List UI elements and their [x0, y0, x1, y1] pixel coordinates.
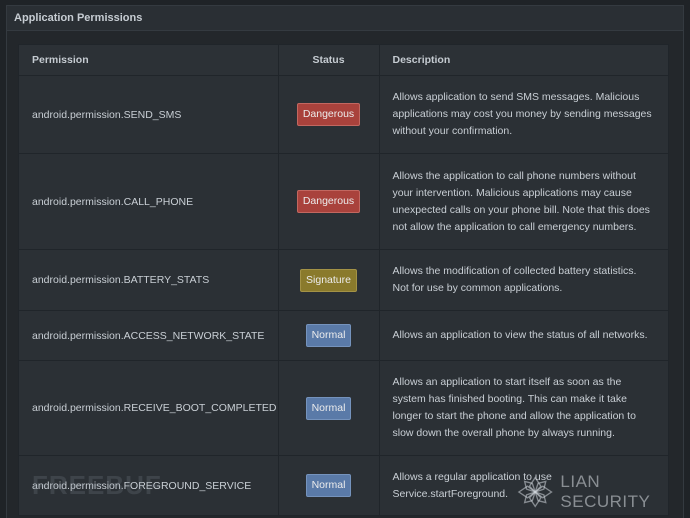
permission-description: Allows an application to view the status… [378, 310, 669, 361]
permission-name: android.permission.ACCESS_NETWORK_STATE [18, 310, 279, 361]
column-header-status[interactable]: Status [277, 44, 380, 76]
status-badge: Normal [305, 324, 352, 347]
lian-logo-icon [517, 476, 553, 508]
status-badge: Normal [305, 396, 352, 420]
watermark-freebuf: FREEBUF [32, 470, 162, 500]
table-row: android.permission.RECEIVE_BOOT_COMPLETE… [18, 360, 669, 456]
status-badge: Signature [300, 268, 357, 292]
table-row: android.permission.SEND_SMS Dangerous Al… [18, 75, 669, 154]
permission-name: android.permission.BATTERY_STATS [18, 249, 279, 311]
page: Application Permissions Permission Statu… [0, 0, 690, 518]
column-header-description[interactable]: Description [378, 44, 669, 76]
watermark-text: LIAN SECURITY [560, 472, 651, 511]
permission-description: Allows the application to call phone num… [378, 153, 669, 250]
status-badge: Normal [305, 474, 352, 497]
status-badge: Dangerous [296, 190, 361, 213]
table-row: android.permission.BATTERY_STATS Signatu… [18, 249, 669, 311]
column-header-permission[interactable]: Permission [18, 44, 279, 76]
watermark-lian-security: LIAN SECURITY [516, 472, 690, 511]
permission-description: Allows the modification of collected bat… [378, 249, 669, 311]
table-header-row: Permission Status Description [18, 44, 669, 76]
panel-title: Application Permissions [14, 12, 143, 24]
status-badge: Dangerous [296, 103, 361, 126]
permissions-table: Permission Status Description android.pe… [18, 44, 669, 516]
permission-name: android.permission.SEND_SMS [18, 75, 279, 154]
table-row: android.permission.CALL_PHONE Dangerous … [18, 153, 669, 250]
permission-name: android.permission.RECEIVE_BOOT_COMPLETE… [18, 360, 279, 456]
permission-description: Allows application to send SMS messages.… [378, 75, 669, 154]
table-row: android.permission.ACCESS_NETWORK_STATE … [18, 310, 669, 361]
permission-description: Allows an application to start itself as… [378, 360, 669, 456]
permission-name: android.permission.CALL_PHONE [18, 153, 279, 250]
panel-header: Application Permissions [6, 5, 684, 31]
